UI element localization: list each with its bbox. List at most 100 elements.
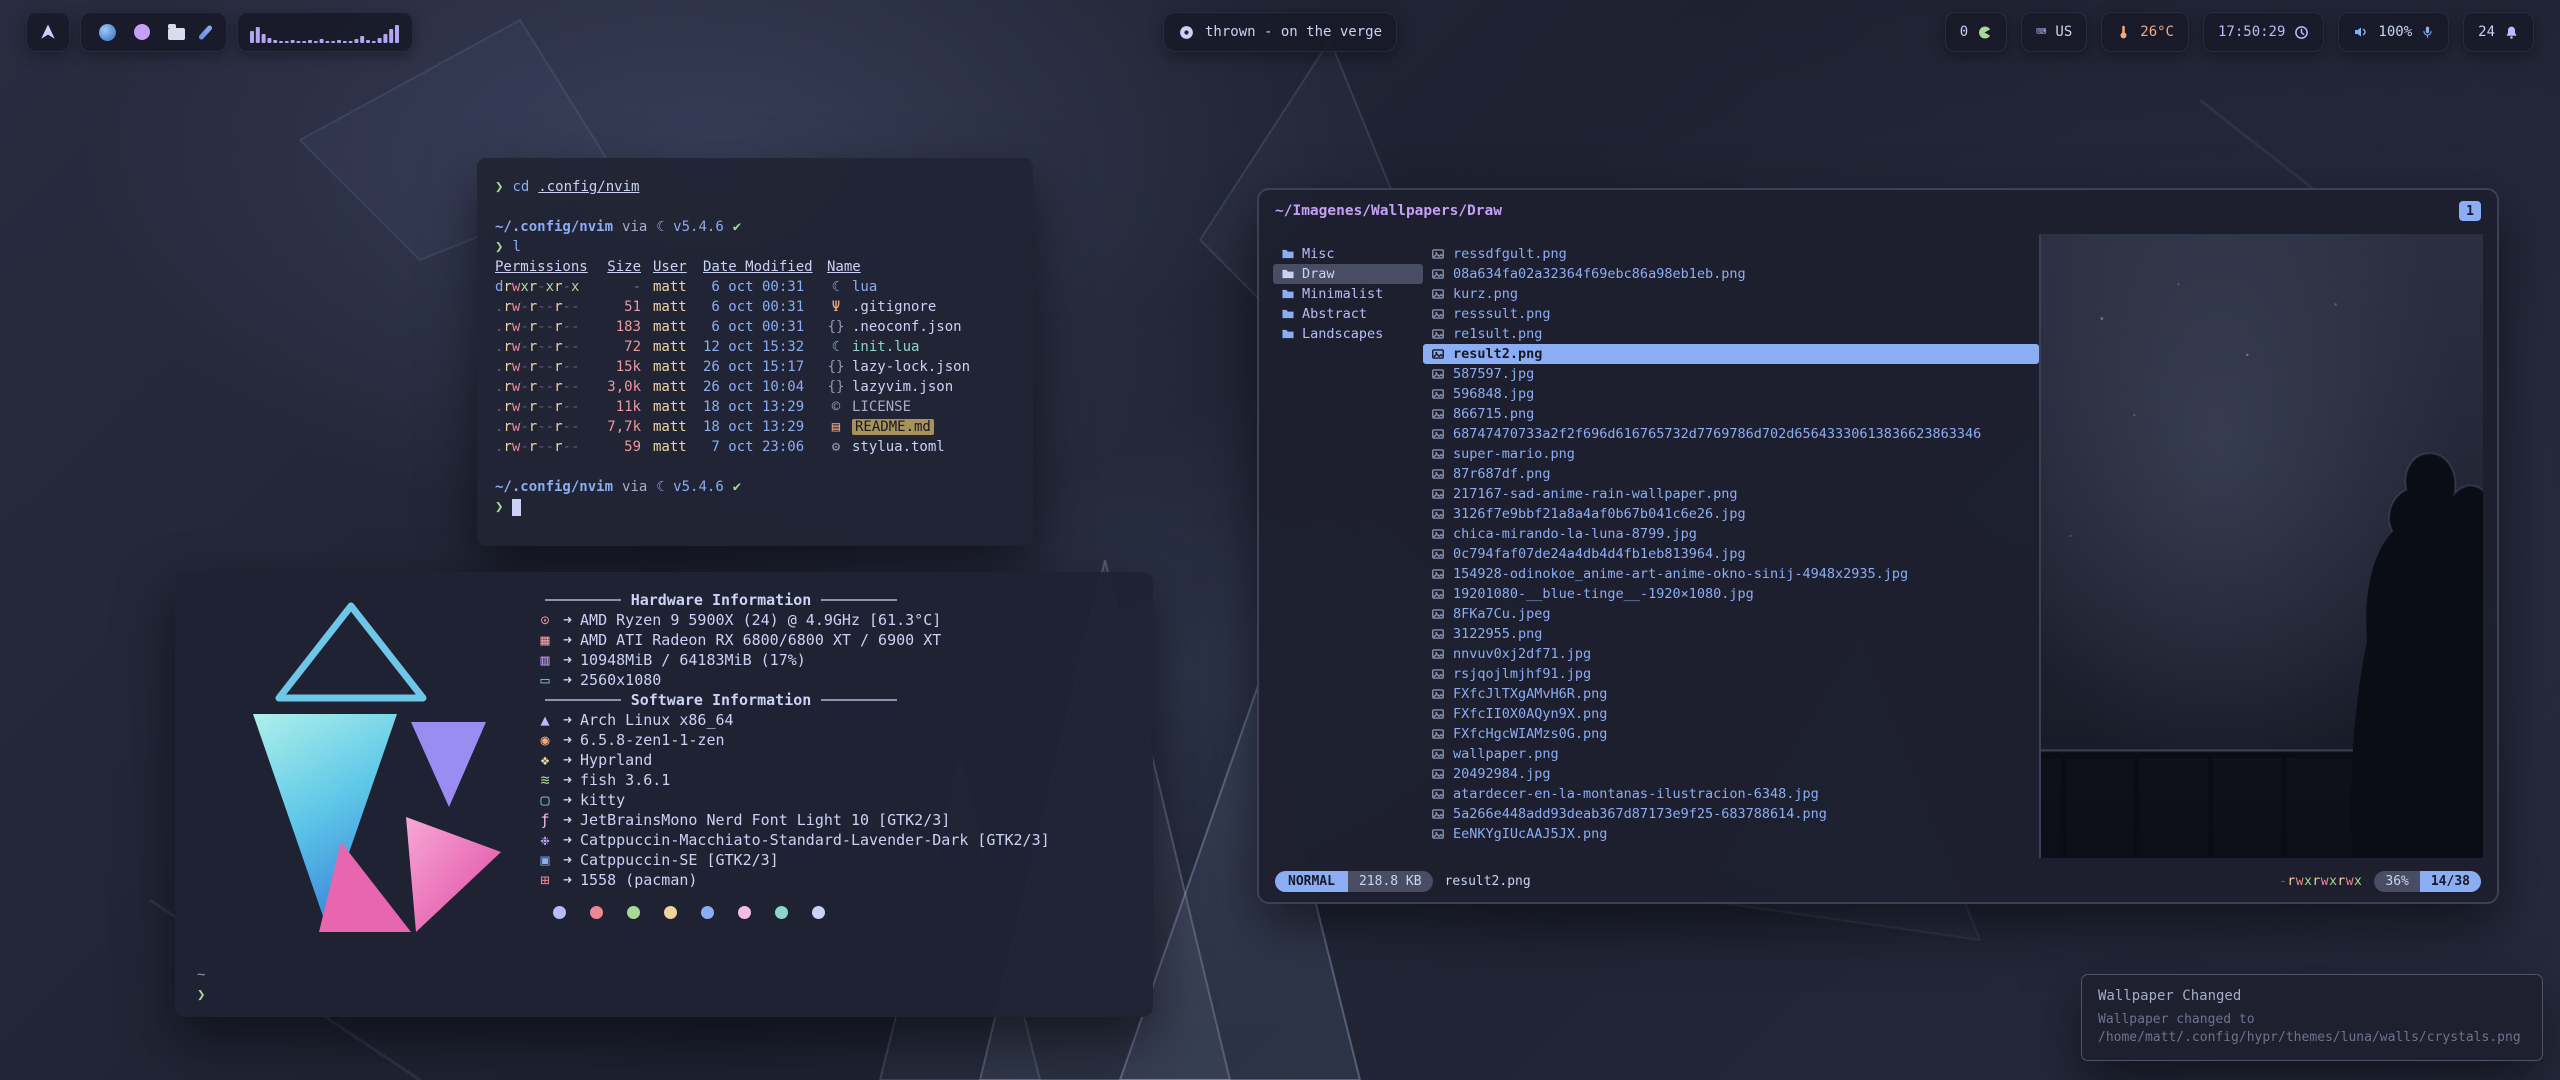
info-line: ⊞ ➜ 1558 (pacman) — [535, 870, 1135, 890]
chat-icon[interactable] — [134, 24, 150, 40]
color-dot — [553, 906, 566, 919]
file-item[interactable]: resssult.png — [1423, 304, 2039, 324]
size-cell: 11k — [603, 399, 641, 415]
file-item[interactable]: rsjqojlmjhf91.jpg — [1423, 664, 2039, 684]
hardware-section-title: Hardware Information — [535, 590, 907, 610]
arrow-icon: ➜ — [563, 831, 572, 849]
filename-cell: .neoconf.json — [852, 319, 962, 335]
folder-item[interactable]: Landscapes — [1273, 324, 1423, 344]
file-item[interactable]: EeNKYgIUcAAJ5JX.png — [1423, 824, 2039, 844]
file-name: re1sult.png — [1453, 326, 1542, 342]
permissions-cell: .rw-r--r-- — [495, 399, 591, 415]
date-cell: 26 oct 15:17 — [703, 359, 815, 375]
arrow-icon: ➜ — [563, 791, 572, 809]
media-player-pill[interactable]: thrown - on the verge — [1163, 12, 1397, 52]
temperature-module[interactable]: 26°C — [2101, 12, 2189, 52]
filetype-icon: Ψ — [827, 299, 845, 315]
file-item[interactable]: 3126f7e9bbf21a8a4af0b67b041c6e26.jpg — [1423, 504, 2039, 524]
file-name: 87r687df.png — [1453, 466, 1551, 482]
file-item[interactable]: 08a634fa02a32364f69ebc86a98eb1eb.png — [1423, 264, 2039, 284]
file-item[interactable]: 8FKa7Cu.jpeg — [1423, 604, 2039, 624]
arrow-icon: ➜ — [563, 751, 572, 769]
files-icon[interactable] — [168, 28, 185, 40]
file-item[interactable]: 3122955.png — [1423, 624, 2039, 644]
info-icon: ⊞ — [535, 871, 555, 889]
file-listing-row: .rw-r--r-- 59 matt 7 oct 23:06 ⚙ stylua.… — [495, 437, 1015, 457]
file-item[interactable]: FXfcII0X0AQyn9X.png — [1423, 704, 2039, 724]
date-cell: 18 oct 13:29 — [703, 419, 815, 435]
file-item[interactable]: wallpaper.png — [1423, 744, 2039, 764]
image-icon — [1431, 827, 1445, 841]
info-line: ▢ ➜ kitty — [535, 790, 1135, 810]
info-text: 6.5.8-zen1-1-zen — [580, 731, 725, 749]
folder-item[interactable]: Abstract — [1273, 304, 1423, 324]
file-item[interactable]: nnvuv0xj2df71.jpg — [1423, 644, 2039, 664]
user-cell: matt — [653, 279, 691, 295]
file-item[interactable]: kurz.png — [1423, 284, 2039, 304]
file-item[interactable]: chica-mirando-la-luna-8799.jpg — [1423, 524, 2039, 544]
column-header: Permissions — [495, 259, 591, 275]
prompt-symbol: ❯ — [495, 499, 503, 515]
launcher-arrow-icon — [39, 23, 57, 41]
file-item[interactable]: 19201080-__blue-tinge__-1920×1080.jpg — [1423, 584, 2039, 604]
file-name: 68747470733a2f2f696d616765732d7769786d70… — [1453, 426, 1981, 442]
image-icon — [1431, 547, 1445, 561]
info-text: AMD ATI Radeon RX 6800/6800 XT / 6900 XT — [580, 631, 941, 649]
starship-prompt-line: ~/.config/nvimvia☾ v5.4.6✔ — [495, 477, 1015, 497]
file-item[interactable]: 87r687df.png — [1423, 464, 2039, 484]
notification-popup[interactable]: Wallpaper Changed Wallpaper changed to /… — [2081, 974, 2543, 1061]
folder-item[interactable]: Minimalist — [1273, 284, 1423, 304]
filename-cell: lazy-lock.json — [852, 359, 970, 375]
image-icon — [1431, 367, 1445, 381]
clock-module[interactable]: 17:50:29 — [2203, 12, 2324, 52]
info-text: Hyprland — [580, 751, 652, 769]
arrow-icon: ➜ — [563, 851, 572, 869]
file-size-badge: 218.8 KB — [1348, 871, 1433, 892]
via-label: via — [622, 219, 647, 235]
info-icon: ▣ — [535, 851, 555, 869]
media-title: thrown - on the verge — [1205, 24, 1382, 40]
launcher-button[interactable] — [26, 12, 70, 52]
terminal-color-dots — [553, 906, 1135, 919]
breadcrumb[interactable]: ~/Imagenes/Wallpapers/Draw — [1275, 203, 1502, 219]
file-item[interactable]: re1sult.png — [1423, 324, 2039, 344]
notifications-module[interactable]: 24 — [2463, 12, 2534, 52]
prompt-symbol: ❯ — [197, 985, 205, 1005]
file-item[interactable]: 217167-sad-anime-rain-wallpaper.png — [1423, 484, 2039, 504]
file-name: FXfcJlTXgAMvH6R.png — [1453, 686, 1607, 702]
image-icon — [1431, 727, 1445, 741]
folder-item[interactable]: Misc — [1273, 244, 1423, 264]
volume-module[interactable]: 100% — [2338, 12, 2449, 52]
image-icon — [1431, 587, 1445, 601]
file-item[interactable]: result2.png — [1423, 344, 2039, 364]
folder-item[interactable]: Draw — [1273, 264, 1423, 284]
file-item[interactable]: 154928-odinokoe_anime-art-anime-okno-sin… — [1423, 564, 2039, 584]
lua-version: ☾ v5.4.6 — [656, 219, 723, 235]
file-item[interactable]: 587597.jpg — [1423, 364, 2039, 384]
browser-icon[interactable] — [99, 24, 116, 41]
info-line: ≋ ➜ fish 3.6.1 — [535, 770, 1135, 790]
updates-module[interactable]: 0 — [1945, 12, 2007, 52]
file-item[interactable]: FXfcHgcWIAMzs0G.png — [1423, 724, 2039, 744]
file-item[interactable]: 5a266e448add93deab367d87173e9f25-6837886… — [1423, 804, 2039, 824]
file-item[interactable]: atardecer-en-la-montanas-ilustracion-634… — [1423, 784, 2039, 804]
tab-badge[interactable]: 1 — [2459, 201, 2481, 221]
file-name: 596848.jpg — [1453, 386, 1534, 402]
file-item[interactable]: 866715.png — [1423, 404, 2039, 424]
folder-name: Draw — [1302, 266, 1335, 282]
keyboard-layout-module[interactable]: ⌨ US — [2021, 12, 2087, 52]
file-item[interactable]: FXfcJlTXgAMvH6R.png — [1423, 684, 2039, 704]
file-item[interactable]: ressdfgult.png — [1423, 244, 2039, 264]
info-icon: ⊙ — [535, 611, 555, 629]
file-item[interactable]: 20492984.jpg — [1423, 764, 2039, 784]
keyboard-icon: ⌨ — [2036, 24, 2046, 41]
editor-icon[interactable] — [198, 24, 213, 40]
cwd-path: ~/.config/nvim — [495, 479, 613, 495]
image-icon — [1431, 287, 1445, 301]
file-item[interactable]: 596848.jpg — [1423, 384, 2039, 404]
file-item[interactable]: super-mario.png — [1423, 444, 2039, 464]
size-cell: 3,0k — [603, 379, 641, 395]
file-item[interactable]: 68747470733a2f2f696d616765732d7769786d70… — [1423, 424, 2039, 444]
terminal-cursor[interactable] — [512, 499, 521, 516]
file-item[interactable]: 0c794faf07de24a4db4d4fb1eb813964.jpg — [1423, 544, 2039, 564]
